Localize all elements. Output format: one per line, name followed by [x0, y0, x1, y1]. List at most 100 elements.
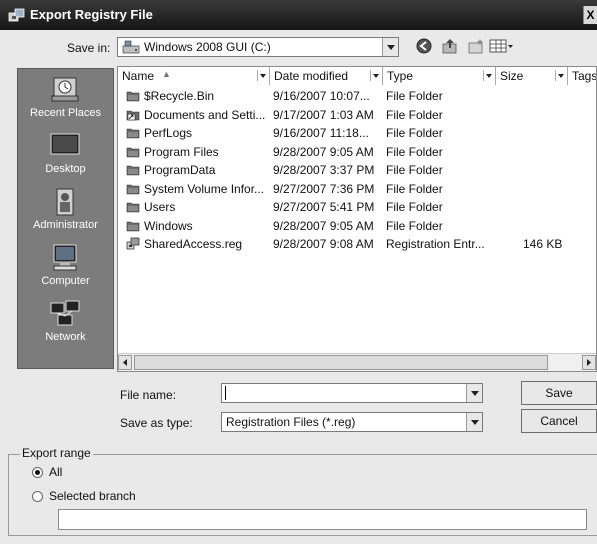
back-icon[interactable]	[416, 38, 432, 54]
column-header-type[interactable]: Type	[383, 67, 496, 85]
registry-file-icon	[126, 237, 140, 250]
file-type-cell: Registration Entr...	[386, 237, 485, 251]
place-label: Recent Places	[30, 107, 101, 119]
save-in-value: Windows 2008 GUI (C:)	[144, 40, 271, 54]
file-date-cell: 9/27/2007 7:36 PM	[273, 181, 375, 196]
folder-icon	[126, 126, 140, 139]
file-type-cell: File Folder	[386, 126, 443, 140]
export-range-title: Export range	[20, 446, 93, 460]
new-folder-icon[interactable]	[468, 38, 484, 54]
chevron-down-icon[interactable]	[466, 384, 482, 402]
file-name-combo[interactable]	[221, 383, 483, 403]
save-in-label: Save in:	[67, 41, 111, 55]
column-header-name[interactable]: Name ▲	[118, 67, 270, 85]
computer-icon	[53, 244, 77, 271]
shortcut-folder-icon	[126, 108, 140, 121]
scroll-left-button[interactable]	[118, 355, 132, 370]
export-registry-dialog: Export Registry File X Save in: Windows …	[0, 0, 597, 544]
file-row[interactable]: $Recycle.Bin 9/16/2007 10:07... File Folde…	[118, 87, 596, 105]
save-as-type-select[interactable]: Registration Files (*.reg)	[221, 412, 483, 432]
column-filter-dropdown[interactable]	[257, 70, 267, 81]
file-date-cell: 9/16/2007 11:18...	[273, 126, 369, 140]
file-date-cell: 9/17/2007 1:03 AM	[273, 107, 374, 122]
file-name-cell: Windows	[144, 218, 193, 233]
recent-places-icon	[51, 77, 79, 102]
column-header-date[interactable]: Date modified	[270, 67, 383, 85]
column-filter-dropdown[interactable]	[555, 70, 565, 81]
save-as-type-value: Registration Files (*.reg)	[226, 415, 356, 429]
save-button[interactable]: Save	[521, 381, 597, 405]
place-network[interactable]: Network	[18, 299, 113, 355]
file-name-cell: Program Files	[144, 144, 219, 159]
selected-branch-label: Selected branch	[49, 489, 136, 503]
file-name-cell: Documents and Setti...	[144, 107, 266, 122]
file-row[interactable]: Documents and Setti... 9/17/2007 1:03 AM F…	[118, 106, 596, 124]
all-radio[interactable]	[32, 467, 43, 478]
scrollbar-thumb[interactable]	[134, 355, 548, 370]
folder-icon	[126, 145, 140, 158]
column-header-tags[interactable]: Tags	[568, 67, 596, 85]
chevron-down-icon[interactable]	[466, 413, 482, 431]
file-row[interactable]: PerfLogs 9/16/2007 11:18... File Folder	[118, 124, 596, 142]
chevron-down-icon[interactable]	[382, 38, 398, 56]
file-row[interactable]: ProgramData 9/28/2007 3:37 PM File Folder	[118, 161, 596, 179]
file-name-cell: Users	[144, 200, 176, 214]
sort-ascending-icon: ▲	[162, 69, 171, 79]
file-type-cell: File Folder	[386, 200, 443, 214]
file-date-cell: 9/28/2007 9:08 AM	[273, 237, 374, 251]
file-name-cell: SharedAccess.reg	[144, 237, 243, 251]
file-size-cell: 146 KB	[523, 237, 563, 251]
network-icon	[50, 300, 80, 326]
file-date-cell: 9/16/2007 10:07...	[273, 89, 370, 103]
folder-icon	[126, 182, 140, 195]
file-date-cell: 9/28/2007 3:37 PM	[273, 163, 375, 177]
selected-branch-input[interactable]	[58, 509, 587, 530]
file-row[interactable]: Users 9/27/2007 5:41 PM File Folder	[118, 198, 596, 216]
place-desktop[interactable]: Desktop	[18, 131, 113, 187]
file-date-cell: 9/28/2007 9:05 AM	[273, 144, 374, 159]
column-header-size[interactable]: Size	[496, 67, 568, 85]
places-bar: Recent Places Desktop Administrator Comp…	[17, 68, 114, 369]
desktop-icon	[50, 133, 80, 155]
file-list[interactable]: Name ▲ Date modified Type Size Tags $Rec…	[117, 66, 597, 372]
views-menu-icon[interactable]	[489, 38, 515, 54]
file-name-cell: ProgramData	[144, 163, 216, 177]
all-label: All	[49, 465, 63, 479]
drive-icon	[122, 40, 140, 54]
folder-icon	[126, 89, 140, 102]
place-recent-places[interactable]: Recent Places	[18, 75, 113, 131]
up-folder-icon[interactable]	[442, 38, 458, 54]
file-row[interactable]: Program Files 9/28/2007 9:05 AM File Folde…	[118, 143, 596, 161]
file-type-cell: File Folder	[386, 144, 443, 159]
close-button[interactable]: X	[583, 6, 597, 24]
file-type-cell: File Folder	[386, 163, 443, 177]
file-row[interactable]: System Volume Infor... 9/27/2007 7:36 PM F…	[118, 180, 596, 198]
file-type-cell: File Folder	[386, 89, 443, 103]
place-label: Computer	[41, 275, 90, 287]
file-row[interactable]: Windows 9/28/2007 9:05 AM File Folder	[118, 217, 596, 235]
place-label: Administrator	[33, 219, 98, 231]
save-in-combo[interactable]: Windows 2008 GUI (C:)	[117, 37, 399, 57]
file-name-cell: System Volume Infor...	[144, 181, 265, 196]
selected-branch-radio[interactable]	[32, 491, 43, 502]
place-computer[interactable]: Computer	[18, 243, 113, 299]
text-cursor	[225, 386, 226, 400]
user-folder-icon	[56, 188, 74, 216]
file-type-cell: File Folder	[386, 181, 443, 196]
window-title: Export Registry File	[30, 7, 153, 22]
column-filter-dropdown[interactable]	[483, 70, 493, 81]
file-name-cell: $Recycle.Bin	[144, 89, 215, 103]
place-administrator[interactable]: Administrator	[18, 187, 113, 243]
place-label: Network	[45, 331, 86, 343]
column-filter-dropdown[interactable]	[370, 70, 380, 81]
file-name-cell: PerfLogs	[144, 126, 193, 140]
file-date-cell: 9/28/2007 9:05 AM	[273, 218, 374, 233]
cancel-button[interactable]: Cancel	[521, 409, 597, 433]
scroll-right-button[interactable]	[582, 355, 596, 370]
file-type-cell: File Folder	[386, 218, 443, 233]
file-type-cell: File Folder	[386, 107, 443, 122]
title-bar: Export Registry File X	[0, 0, 597, 30]
folder-icon	[126, 163, 140, 176]
file-row[interactable]: SharedAccess.reg 9/28/2007 9:08 AM Registr…	[118, 235, 596, 253]
horizontal-scrollbar[interactable]	[118, 353, 596, 371]
